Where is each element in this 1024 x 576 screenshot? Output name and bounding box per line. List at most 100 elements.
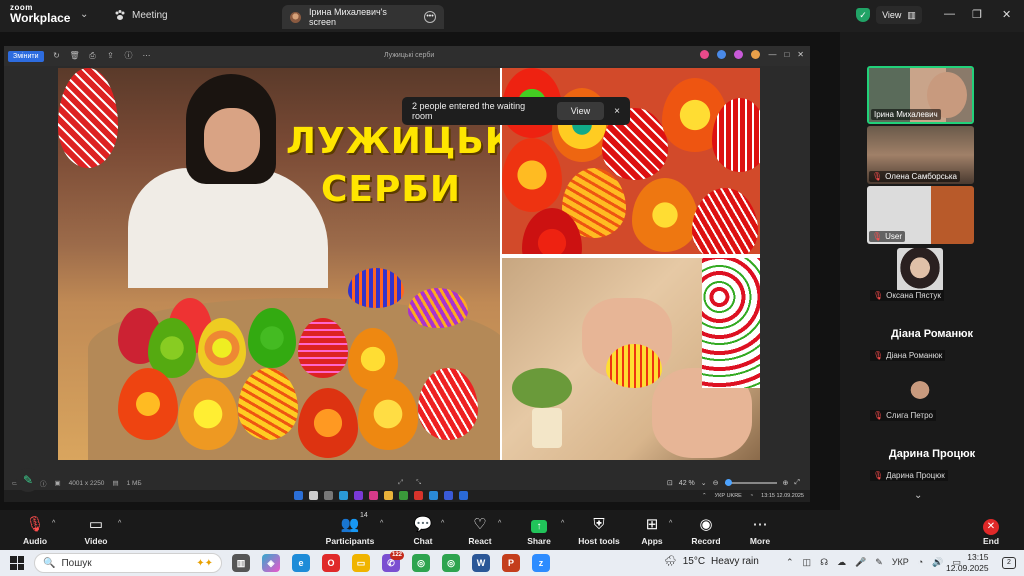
- app-icon[interactable]: [751, 50, 761, 59]
- share-button[interactable]: ↑ Share: [509, 516, 569, 546]
- fit-icon[interactable]: ⤢: [398, 479, 403, 487]
- remote-clock[interactable]: 13:15 12.09.2025: [761, 493, 804, 499]
- zoom-slider[interactable]: [724, 479, 777, 486]
- remote-photos-icon[interactable]: [459, 491, 468, 500]
- edit-image-button[interactable]: Змінити: [8, 50, 44, 62]
- slide-title: ЛУЖИЦЬКІ СЕРБИ: [286, 118, 500, 214]
- zoom-logo[interactable]: zoom Workplace: [10, 4, 80, 25]
- waiting-room-view-button[interactable]: View: [556, 102, 605, 120]
- app-icon[interactable]: [734, 50, 744, 59]
- end-meeting-button[interactable]: ✕ End: [961, 516, 1021, 546]
- microphone-icon[interactable]: 🎤: [855, 557, 866, 568]
- share-icon[interactable]: ⇪: [106, 51, 116, 61]
- pen-icon[interactable]: ✎: [875, 557, 883, 568]
- shared-screen-tab[interactable]: Ірина Михалевич's screen •••: [282, 5, 444, 29]
- remote-app-icon[interactable]: [354, 491, 363, 500]
- notification-icon[interactable]: 2: [1002, 557, 1016, 569]
- remote-search-icon[interactable]: [309, 491, 318, 500]
- opera-icon[interactable]: O: [322, 554, 340, 572]
- meeting-tab[interactable]: Meeting: [114, 9, 168, 21]
- word-icon[interactable]: W: [472, 554, 490, 572]
- windows-start-icon[interactable]: [10, 556, 24, 570]
- info-icon[interactable]: ⓘ: [124, 51, 134, 61]
- actual-size-icon[interactable]: ⤡: [416, 479, 421, 487]
- fullscreen-icon[interactable]: ⤢: [794, 479, 800, 487]
- slide-title-line2: СЕРБИ: [321, 169, 461, 210]
- info-icon[interactable]: ⓘ: [40, 478, 47, 488]
- tray-overflow-icon[interactable]: ⌃: [786, 557, 794, 568]
- fit-window-icon[interactable]: ⊡: [667, 479, 673, 487]
- app-icon[interactable]: [717, 50, 727, 59]
- powerpoint-icon[interactable]: P: [502, 554, 520, 572]
- chrome-profile-icon[interactable]: ◎: [442, 554, 460, 572]
- file-explorer-icon[interactable]: ▭: [352, 554, 370, 572]
- video-options-caret[interactable]: ^: [118, 520, 121, 527]
- remote-zoom-icon[interactable]: [444, 491, 453, 500]
- remote-app-icon[interactable]: [399, 491, 408, 500]
- remote-app-icon[interactable]: [369, 491, 378, 500]
- chat-options-caret[interactable]: ^: [441, 520, 444, 527]
- close-window-button[interactable]: ✕: [1002, 8, 1011, 21]
- print-icon[interactable]: ⎙: [88, 51, 98, 61]
- zoom-in-icon[interactable]: ⊕: [783, 479, 789, 487]
- remote-lang[interactable]: УКР UKRE: [715, 493, 742, 499]
- cloud-icon[interactable]: ☁: [837, 557, 846, 568]
- remote-opera-icon[interactable]: [414, 491, 423, 500]
- record-button[interactable]: ◉ Record: [676, 516, 736, 546]
- participant-tile[interactable]: 🎙 Олена Самборська: [867, 126, 974, 184]
- chevron-down-icon[interactable]: ⌄: [80, 9, 88, 20]
- remote-start-icon[interactable]: [294, 491, 303, 500]
- rotate-icon[interactable]: ↻: [52, 51, 62, 61]
- minimize-icon[interactable]: —: [768, 50, 776, 59]
- view-button[interactable]: View ▥: [876, 6, 922, 24]
- remote-folder-icon[interactable]: [384, 491, 393, 500]
- participant-tile[interactable]: 🎙 User: [867, 186, 974, 244]
- app-icon[interactable]: [700, 50, 710, 59]
- close-icon[interactable]: ×: [614, 106, 620, 117]
- edge-icon[interactable]: e: [292, 554, 310, 572]
- taskbar-clock[interactable]: 13:15 12.09.2025: [946, 552, 989, 574]
- remote-taskview-icon[interactable]: [324, 491, 333, 500]
- more-button[interactable]: ⋯ More: [730, 516, 790, 546]
- weather-widget[interactable]: 🌧 15°C Heavy rain: [664, 556, 759, 567]
- maximize-icon[interactable]: □: [784, 50, 789, 59]
- minimize-window-button[interactable]: —: [944, 8, 955, 20]
- apps-button[interactable]: ⊞ Apps: [622, 516, 682, 546]
- chrome-icon[interactable]: ◎: [412, 554, 430, 572]
- more-icon[interactable]: ⋯: [142, 51, 152, 61]
- annotate-pen-icon[interactable]: ✎: [16, 468, 40, 492]
- taskbar-search[interactable]: 🔍 Пошук ✦✦: [34, 553, 222, 573]
- task-view-icon[interactable]: ▥: [232, 554, 250, 572]
- delete-icon[interactable]: 🗑: [70, 51, 80, 61]
- participant-tile[interactable]: Ірина Михалевич: [867, 66, 974, 124]
- camera-icon[interactable]: ◫: [803, 557, 812, 568]
- remote-app-icon[interactable]: [339, 491, 348, 500]
- maximize-window-button[interactable]: ❐: [972, 8, 982, 21]
- chevron-down-icon[interactable]: ⌄: [701, 479, 707, 487]
- participants-options-caret[interactable]: ^: [380, 520, 383, 527]
- audio-button[interactable]: 🎙 Audio: [5, 516, 65, 546]
- apps-options-caret[interactable]: ^: [669, 520, 672, 527]
- remote-wifi-icon[interactable]: ◔: [750, 493, 753, 499]
- close-icon[interactable]: ✕: [797, 50, 804, 59]
- zoom-app-icon[interactable]: z: [532, 554, 550, 572]
- more-options-icon[interactable]: •••: [424, 11, 437, 23]
- host-tools-button[interactable]: ⛨ Host tools: [569, 516, 629, 546]
- language-indicator[interactable]: УКР: [892, 557, 909, 568]
- share-options-caret[interactable]: ^: [561, 520, 564, 527]
- zoom-percent[interactable]: 42 %: [679, 480, 695, 487]
- security-shield-icon[interactable]: ✓: [856, 8, 870, 22]
- zoom-out-icon[interactable]: ⊖: [713, 479, 719, 487]
- participants-button[interactable]: 👥 Participants: [320, 516, 380, 546]
- copilot-icon[interactable]: ◈: [262, 554, 280, 572]
- remote-app-icon[interactable]: [429, 491, 438, 500]
- remote-tray-icon[interactable]: ⌃: [702, 493, 707, 499]
- viber-icon[interactable]: ✆ 122: [382, 551, 404, 572]
- audio-options-caret[interactable]: ^: [52, 520, 55, 527]
- wifi-icon[interactable]: ◔: [918, 557, 923, 568]
- react-options-caret[interactable]: ^: [498, 520, 501, 527]
- video-button[interactable]: ▭ Video: [66, 516, 126, 546]
- headset-icon[interactable]: ☊: [820, 557, 828, 568]
- chevron-down-icon[interactable]: ⌄: [914, 490, 922, 501]
- volume-icon[interactable]: 🔊: [932, 557, 943, 568]
